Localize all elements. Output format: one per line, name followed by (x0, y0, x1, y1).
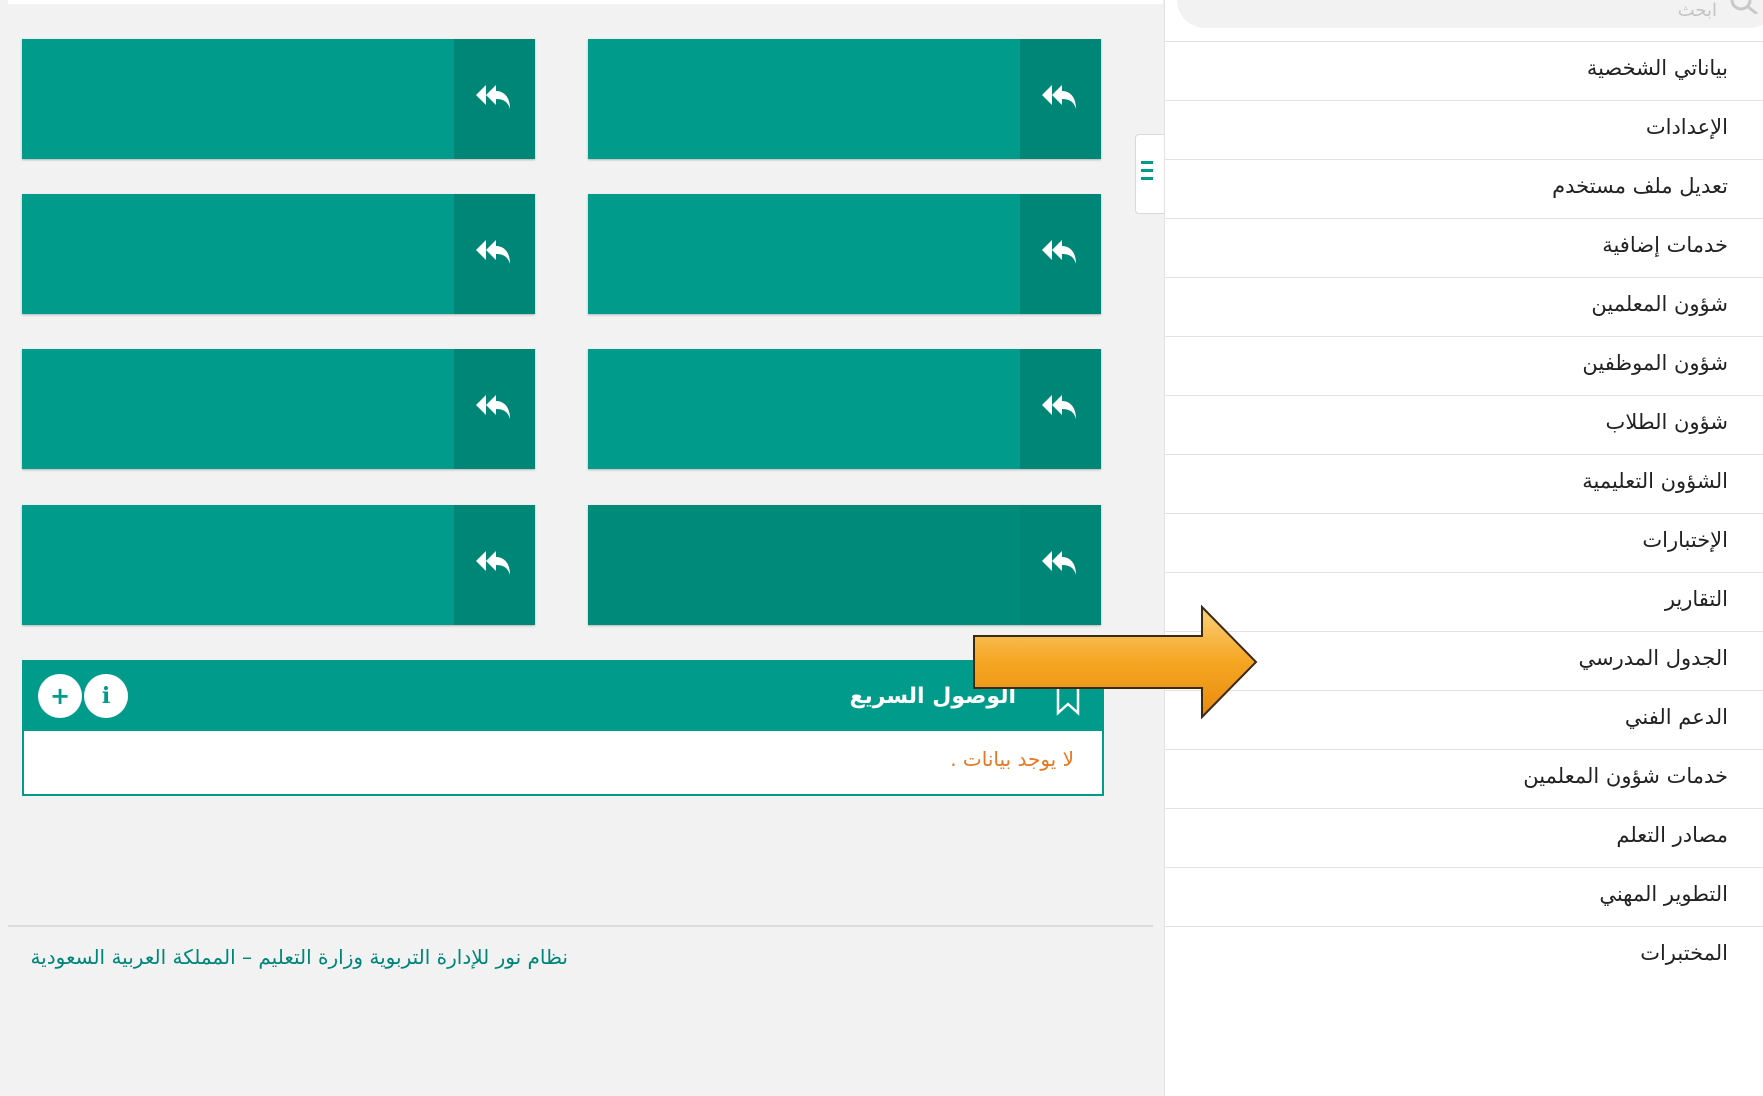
sidebar-item-label: بياناتي الشخصية (1586, 56, 1728, 80)
search-input[interactable]: ابحث (1177, 0, 1763, 28)
search-placeholder: ابحث (1677, 0, 1717, 21)
add-button[interactable]: + (38, 674, 82, 718)
reply-all-icon (1042, 85, 1076, 109)
menu-bar-icon (1141, 177, 1153, 180)
sidebar-item-teacher-affairs[interactable]: شؤون المعلمين (1165, 277, 1763, 336)
annotation-arrow (973, 604, 1258, 720)
info-button[interactable]: i (84, 674, 128, 718)
sidebar-item-label: شؤون الموظفين (1582, 351, 1728, 375)
sidebar-item-student-affairs[interactable]: شؤون الطلاب (1165, 395, 1763, 454)
sidebar-menu: بياناتي الشخصية الإعدادات تعديل ملف مستخ… (1165, 41, 1763, 985)
footer: نظام نور للإدارة التربوية وزارة التعليم … (8, 945, 568, 985)
sidebar-item-teacher-affairs-services[interactable]: خدمات شؤون المعلمين (1165, 749, 1763, 808)
tile-tab (454, 349, 535, 469)
menu-bar-icon (1141, 161, 1153, 164)
sidebar-item-personal-data[interactable]: بياناتي الشخصية (1165, 41, 1763, 100)
sidebar-item-label: التطوير المهني (1599, 882, 1728, 906)
search-icon (1730, 0, 1758, 14)
quick-access-panel: الوصول السريع i + لا يوجد بيانات . (22, 660, 1104, 796)
reply-all-icon (476, 395, 510, 419)
sidebar-item-exams[interactable]: الإختبارات (1165, 513, 1763, 572)
sidebar-toggle-button[interactable] (1135, 134, 1165, 214)
sidebar-item-learning-resources[interactable]: مصادر التعلم (1165, 808, 1763, 867)
main-content: الوصول السريع i + لا يوجد بيانات . (8, 0, 1163, 1096)
sidebar-item-label: خدمات إضافية (1602, 233, 1728, 257)
tile-tab (1020, 39, 1101, 159)
sidebar-item-label: شؤون المعلمين (1591, 292, 1728, 316)
tile-tab (454, 505, 535, 625)
top-divider (8, 0, 1163, 4)
sidebar-item-label: الدعم الفني (1624, 705, 1728, 729)
sidebar-item-employee-affairs[interactable]: شؤون الموظفين (1165, 336, 1763, 395)
reply-all-icon (1042, 395, 1076, 419)
menu-bar-icon (1141, 169, 1153, 172)
shortcut-tile[interactable] (22, 39, 535, 159)
reply-all-icon (476, 240, 510, 264)
shortcut-tile[interactable] (22, 505, 535, 625)
sidebar-item-label: الإختبارات (1642, 528, 1728, 552)
sidebar-item-label: تعديل ملف مستخدم (1552, 174, 1728, 198)
shortcut-tile[interactable] (588, 39, 1101, 159)
sidebar-item-additional-services[interactable]: خدمات إضافية (1165, 218, 1763, 277)
sidebar-item-labs[interactable]: المختبرات (1165, 926, 1763, 985)
sidebar-item-edit-user-profile[interactable]: تعديل ملف مستخدم (1165, 159, 1763, 218)
shortcut-tile[interactable] (588, 349, 1101, 469)
reply-all-icon (476, 551, 510, 575)
tile-tab (454, 194, 535, 314)
footer-divider (8, 925, 1153, 927)
footer-text: نظام نور للإدارة التربوية وزارة التعليم … (30, 945, 568, 969)
sidebar-item-professional-development[interactable]: التطوير المهني (1165, 867, 1763, 926)
tile-tab (454, 39, 535, 159)
sidebar-item-label: مصادر التعلم (1616, 823, 1728, 847)
reply-all-icon (476, 85, 510, 109)
sidebar-item-label: الإعدادات (1645, 115, 1728, 139)
shortcut-tile[interactable] (22, 349, 535, 469)
reply-all-icon (1042, 240, 1076, 264)
sidebar: ابحث بياناتي الشخصية الإعدادات تعديل ملف… (1164, 0, 1763, 1096)
no-data-message: لا يوجد بيانات . (950, 747, 1074, 771)
tile-tab (1020, 194, 1101, 314)
sidebar-item-label: المختبرات (1640, 941, 1728, 965)
sidebar-item-educational-affairs[interactable]: الشؤون التعليمية (1165, 454, 1763, 513)
shortcut-tile[interactable] (588, 194, 1101, 314)
sidebar-item-label: خدمات شؤون المعلمين (1523, 764, 1728, 788)
reply-all-icon (1042, 551, 1076, 575)
shortcut-tile[interactable] (22, 194, 535, 314)
sidebar-item-settings[interactable]: الإعدادات (1165, 100, 1763, 159)
tile-tab (1020, 349, 1101, 469)
quick-access-header: الوصول السريع i + (24, 662, 1102, 731)
sidebar-item-label: شؤون الطلاب (1605, 410, 1728, 434)
sidebar-item-label: الجدول المدرسي (1578, 646, 1728, 670)
sidebar-item-label: الشؤون التعليمية (1582, 469, 1728, 493)
sidebar-item-label: التقارير (1664, 587, 1728, 611)
